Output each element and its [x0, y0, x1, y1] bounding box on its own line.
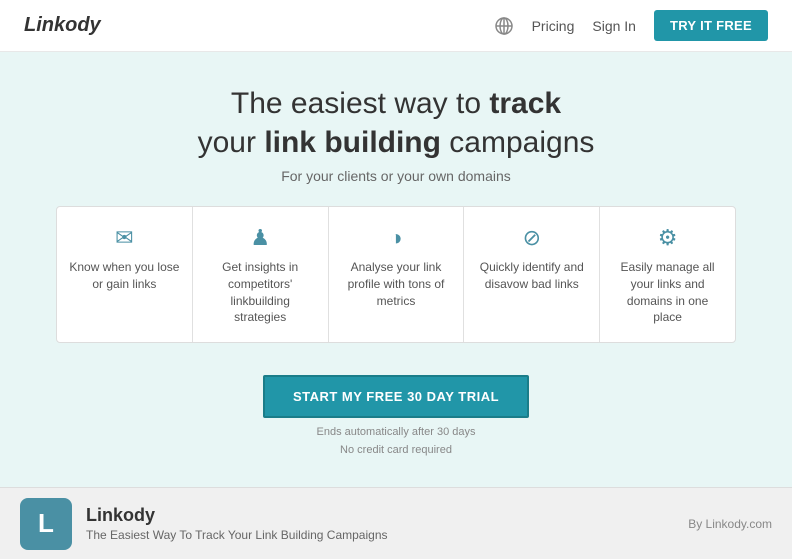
footer-app-desc: The Easiest Way To Track Your Link Build… [86, 528, 688, 542]
navbar: Linkody Pricing Sign In TRY IT FREE [0, 0, 792, 52]
hero-subtitle: For your clients or your own domains [20, 168, 772, 184]
hero-title: The easiest way to track your link build… [20, 84, 772, 162]
feature-item-2: ♟ Get insights in competitors' linkbuild… [193, 207, 329, 342]
hero-title-line2: your link building campaigns [198, 126, 595, 159]
try-free-button[interactable]: TRY IT FREE [654, 10, 768, 41]
footer-app-name: Linkody [86, 505, 688, 526]
feature-item-5: ⚙ Easily manage all your links and domai… [600, 207, 735, 342]
email-icon: ✉ [69, 225, 180, 251]
pricing-link[interactable]: Pricing [532, 18, 575, 34]
signin-link[interactable]: Sign In [592, 18, 636, 34]
feature-text-3: Analyse your link profile with tons of m… [341, 259, 452, 309]
cta-note-line1: Ends automatically after 30 days [317, 426, 476, 438]
feature-text-4: Quickly identify and disavow bad links [476, 259, 587, 293]
feature-text-5: Easily manage all your links and domains… [612, 259, 723, 326]
footer-by-text: By Linkody.com [688, 517, 772, 531]
feature-item-3: ◑ Analyse your link profile with tons of… [329, 207, 465, 342]
nav-links: Pricing Sign In TRY IT FREE [494, 10, 768, 41]
feature-text-2: Get insights in competitors' linkbuildin… [205, 259, 316, 326]
feature-item-4: ⊘ Quickly identify and disavow bad links [464, 207, 600, 342]
logo: Linkody [24, 14, 101, 37]
globe-icon [494, 16, 514, 36]
features-row: ✉ Know when you lose or gain links ♟ Get… [56, 206, 736, 343]
start-trial-button[interactable]: START MY FREE 30 DAY TRIAL [263, 375, 529, 418]
footer-logo-box: L [20, 498, 72, 550]
hero-title-line1: The easiest way to track [231, 87, 561, 120]
cta-note: Ends automatically after 30 days No cred… [20, 424, 772, 459]
ban-icon: ⊘ [476, 225, 587, 251]
gear-icon: ⚙ [612, 225, 723, 251]
cta-section: START MY FREE 30 DAY TRIAL Ends automati… [20, 365, 772, 467]
cta-note-line2: No credit card required [340, 444, 452, 456]
hero-title-end: campaigns [441, 126, 594, 159]
hero-bold-track: track [489, 87, 561, 120]
footer-bar: L Linkody The Easiest Way To Track Your … [0, 487, 792, 559]
chess-icon: ♟ [205, 225, 316, 251]
feature-item-1: ✉ Know when you lose or gain links [57, 207, 193, 342]
hero-bold-linkbuilding: link building [264, 126, 441, 159]
feature-text-1: Know when you lose or gain links [69, 259, 180, 293]
chart-icon: ◑ [341, 225, 452, 251]
footer-info: Linkody The Easiest Way To Track Your Li… [86, 505, 688, 542]
hero-section: The easiest way to track your link build… [0, 52, 792, 487]
